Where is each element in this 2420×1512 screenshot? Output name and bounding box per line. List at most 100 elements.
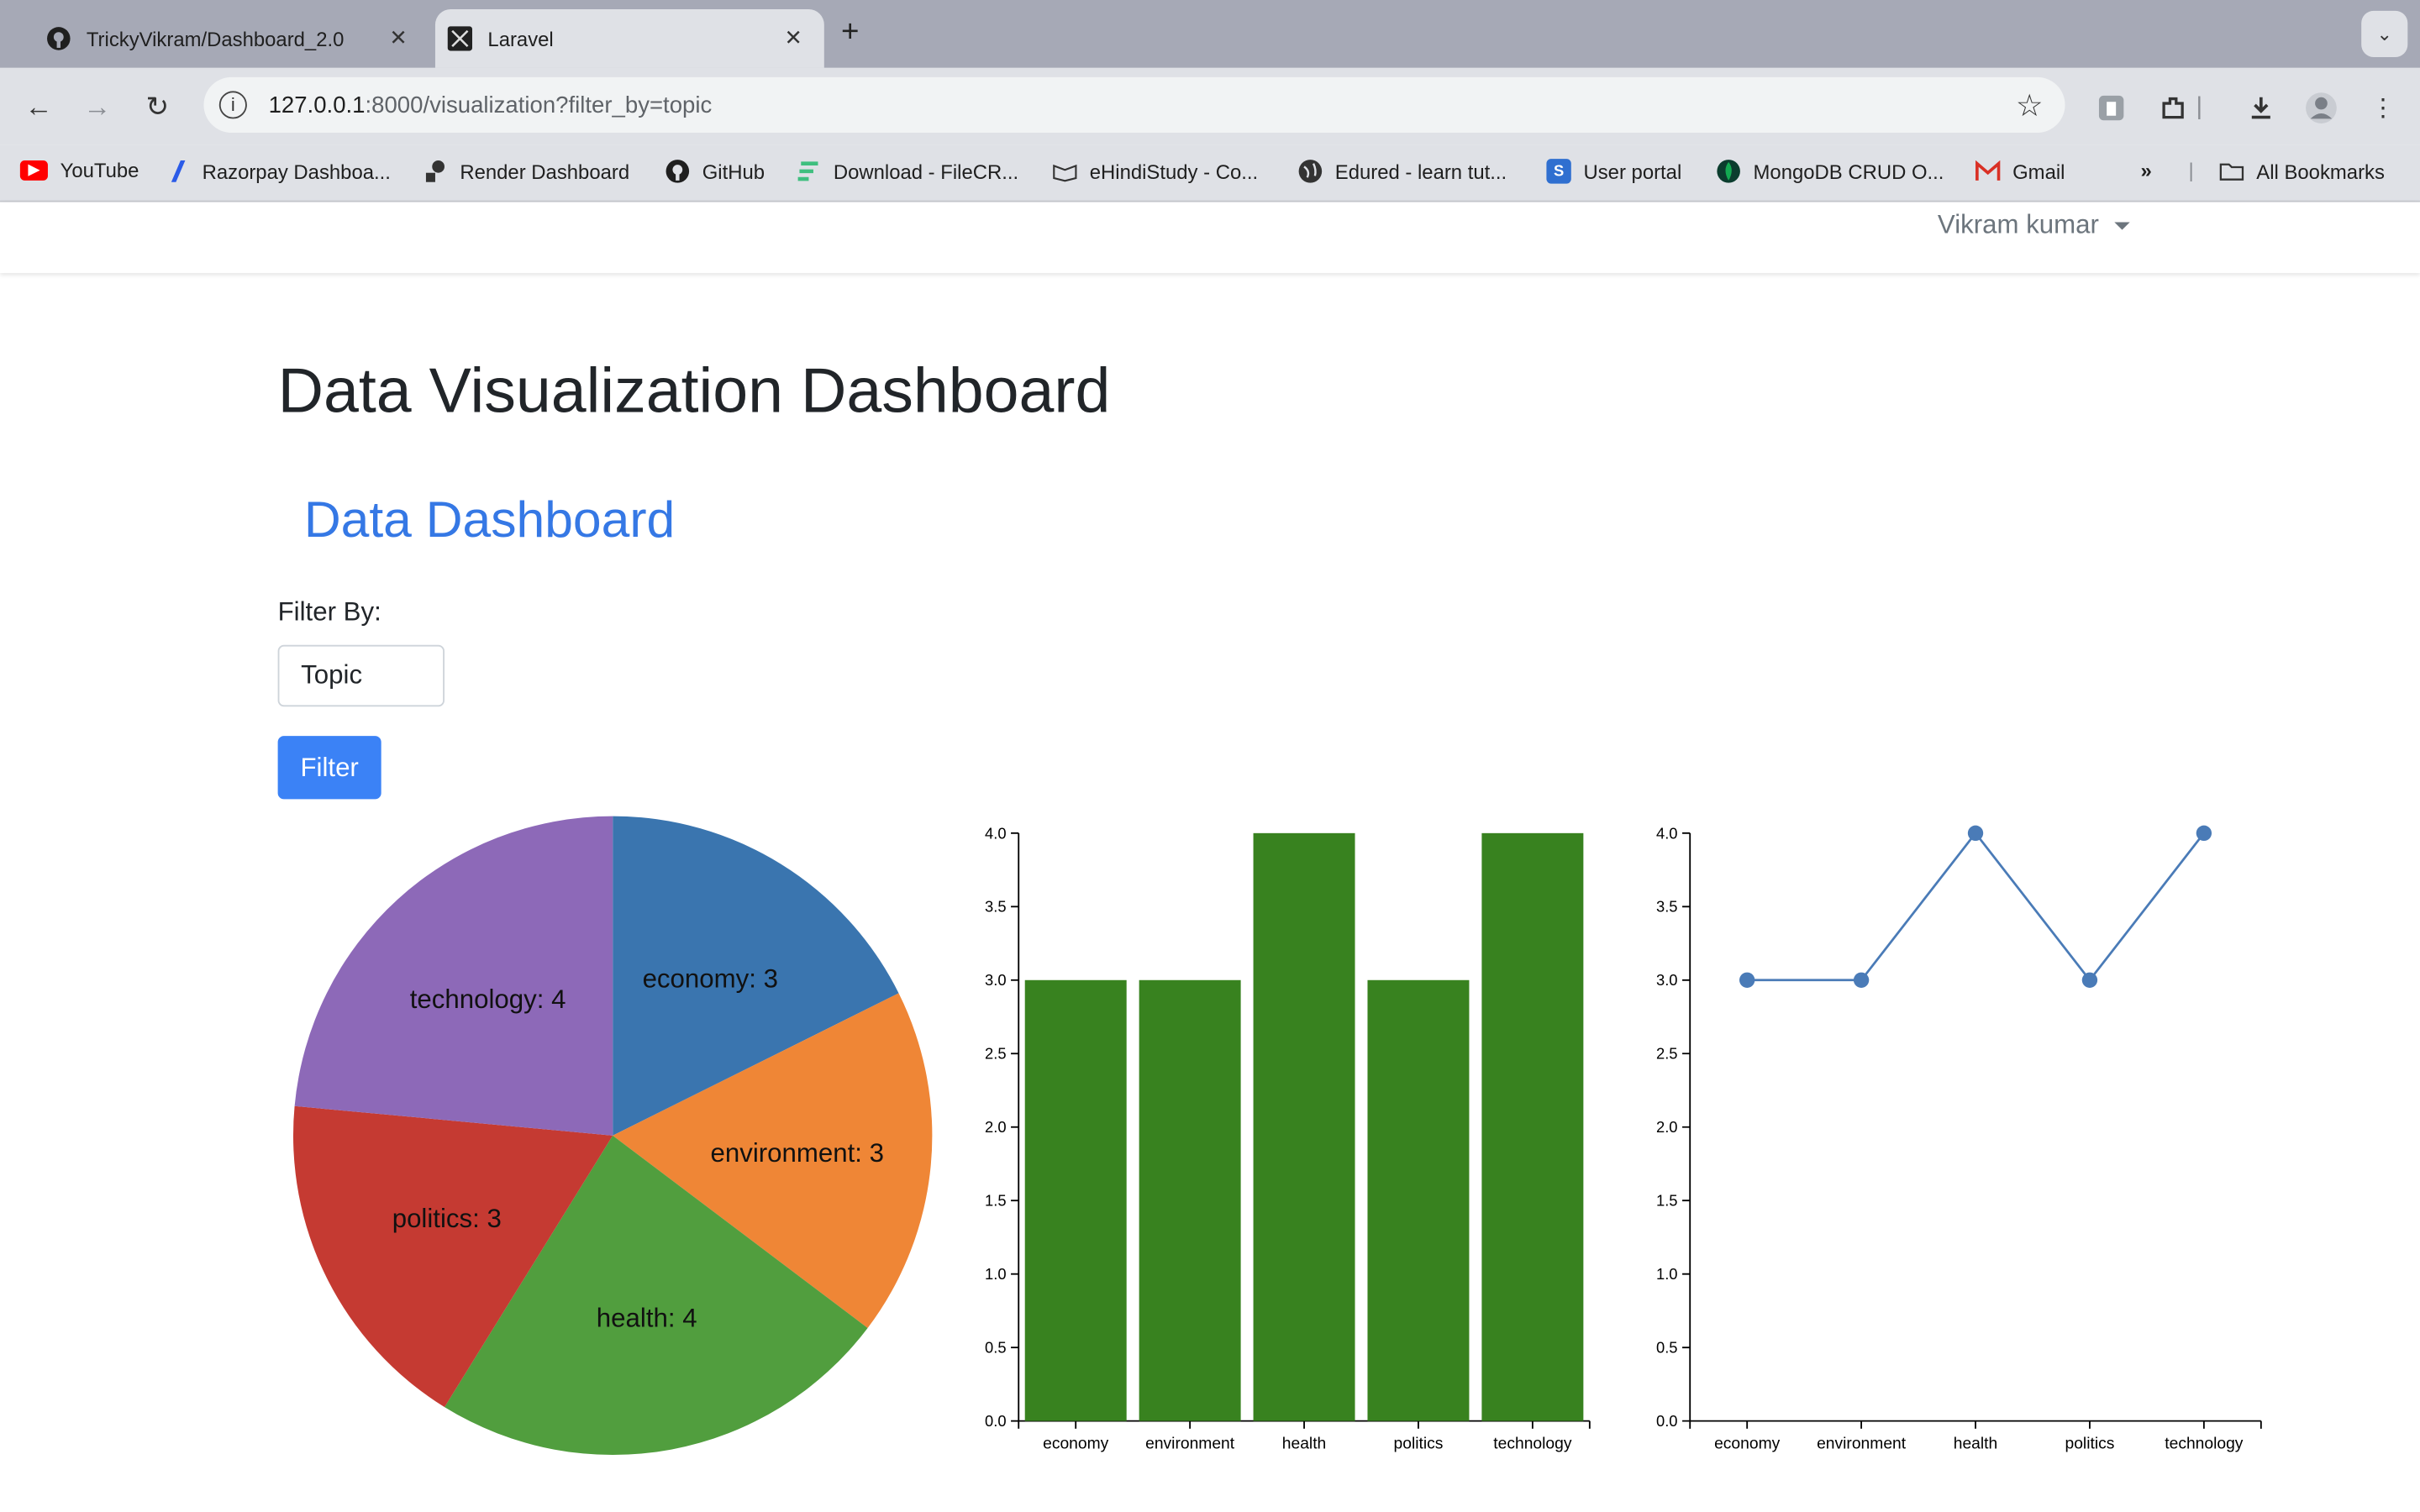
y-tick-label: 4.0 (1656, 824, 1678, 842)
close-tab-icon[interactable]: ✕ (389, 24, 408, 50)
youtube-icon: ▶ (19, 160, 48, 181)
close-tab-icon[interactable]: ✕ (785, 24, 803, 50)
portal-icon: S (1546, 159, 1571, 184)
x-tick-label-health: health (1954, 1436, 1997, 1453)
github-icon (46, 26, 71, 50)
bar-chart: 0.0 0.5 1.0 1.5 2.0 2.5 3.0 3.5 4.0 economy enviro… (985, 824, 1591, 1453)
x-tick-label-technology: technology (1493, 1436, 1572, 1453)
address-bar[interactable]: i 127.0.0.1:8000/visualization?filter_by… (203, 76, 2065, 133)
filter-select[interactable]: Topic (277, 644, 445, 707)
y-tick-label: 1.5 (1656, 1192, 1678, 1210)
y-tick-label: 4.0 (985, 824, 1007, 842)
x-tick-label-environment: environment (1145, 1436, 1235, 1453)
tab-title: Laravel (487, 27, 554, 50)
browser-tab-bar: TrickyVikram/Dashboard_2.0 ✕ Laravel ✕ +… (0, 0, 2420, 68)
bookmark-razorpay[interactable]: Razorpay Dashboa... (166, 159, 391, 183)
bookmark-youtube[interactable]: ▶ YouTube (19, 159, 139, 182)
y-tick-label: 2.5 (985, 1045, 1007, 1063)
extension-icon[interactable] (2093, 90, 2130, 127)
y-tick-label: 2.5 (1656, 1045, 1678, 1063)
bookmark-user-portal[interactable]: S User portal (1546, 159, 1681, 184)
extensions-puzzle-icon[interactable] (2154, 90, 2191, 127)
folder-icon (2219, 159, 2244, 183)
y-tick-label: 2.0 (1656, 1118, 1678, 1136)
y-tick-label: 1.5 (985, 1192, 1007, 1210)
bookmark-ehindistudy[interactable]: eHindiStudy - Co... (1053, 159, 1258, 183)
section-title: Data Dashboard (303, 491, 676, 549)
bookmarks-divider: | (2188, 159, 2194, 182)
filter-button[interactable]: Filter (277, 736, 381, 800)
x-tick-label-technology: technology (2165, 1436, 2244, 1453)
pie-label-politics: politics: 3 (392, 1204, 502, 1233)
y-tick-label: 0.0 (1656, 1412, 1678, 1430)
site-info-icon[interactable]: i (218, 91, 247, 119)
bookmark-render[interactable]: Render Dashboard (423, 159, 629, 183)
book-icon (1053, 159, 1077, 183)
globe-icon (1298, 159, 1323, 183)
more-bookmarks-icon[interactable]: » (2141, 159, 2152, 182)
y-tick-label: 3.0 (985, 971, 1007, 989)
pie-label-health: health: 4 (597, 1304, 697, 1333)
line-series (1747, 831, 2205, 983)
bookmark-star-icon[interactable]: ☆ (2016, 87, 2044, 125)
app-navbar: Vikram kumar (0, 202, 2420, 274)
page-title: Data Visualization Dashboard (277, 354, 1111, 426)
bookmark-filecr[interactable]: Download - FileCR... (797, 159, 1018, 183)
tab-laravel[interactable]: Laravel ✕ (434, 9, 824, 68)
filecr-icon (797, 159, 821, 183)
back-icon[interactable]: ← (18, 87, 59, 127)
pie-label-environment: environment: 3 (711, 1138, 885, 1168)
reload-icon[interactable]: ↻ (137, 87, 177, 127)
tab-search-icon[interactable]: ⌄ (2361, 10, 2408, 57)
pie-label-economy: economy: 3 (643, 963, 778, 993)
y-tick-label: 3.5 (1656, 898, 1678, 916)
x-tick-label-politics: politics (2065, 1436, 2114, 1453)
menu-kebab-icon[interactable]: ⋮ (2365, 90, 2402, 127)
y-tick-label: 3.5 (985, 898, 1007, 916)
line-point-economy (1739, 972, 1755, 988)
render-icon (423, 159, 447, 183)
x-tick-label-health: health (1282, 1436, 1326, 1453)
bar-environment (1139, 979, 1241, 1421)
bookmark-edured[interactable]: Edured - learn tut... (1298, 159, 1507, 183)
bookmark-github[interactable]: GitHub (666, 159, 765, 183)
x-tick-label-economy: economy (1043, 1436, 1109, 1453)
y-tick-label: 2.0 (985, 1118, 1007, 1136)
y-tick-label: 1.0 (1656, 1265, 1678, 1283)
razorpay-icon (166, 159, 190, 183)
bookmark-gmail[interactable]: Gmail (1975, 159, 2065, 183)
x-tick-label-politics: politics (1394, 1436, 1444, 1453)
pie-label-technology: technology: 4 (410, 984, 566, 1014)
github-icon (666, 159, 690, 183)
mongodb-icon (1716, 159, 1740, 183)
caret-down-icon (2114, 221, 2130, 229)
bookmarks-bar: ▶ YouTube Razorpay Dashboa... Render Das… (0, 144, 2420, 202)
line-point-politics (2081, 972, 2098, 988)
url-text[interactable]: 127.0.0.1:8000/visualization?filter_by=t… (269, 92, 713, 118)
forward-icon[interactable]: → (77, 87, 118, 127)
x-tick-label-environment: environment (1817, 1436, 1907, 1453)
y-tick-label: 3.0 (1656, 971, 1678, 989)
y-tick-label: 0.5 (1656, 1339, 1678, 1357)
tab-github[interactable]: TrickyVikram/Dashboard_2.0 ✕ (31, 9, 429, 68)
browser-toolbar: ← → ↻ i 127.0.0.1:8000/visualization?fil… (0, 67, 2420, 145)
y-tick-label: 0.0 (985, 1412, 1007, 1430)
bar-economy (1024, 979, 1127, 1421)
tab-title: TrickyVikram/Dashboard_2.0 (86, 27, 345, 50)
bookmark-mongodb[interactable]: MongoDB CRUD O... (1716, 159, 1944, 183)
download-icon[interactable] (2243, 90, 2280, 127)
user-menu[interactable]: Vikram kumar (1938, 210, 2130, 241)
bar-technology (1481, 832, 1584, 1421)
line-point-environment (1853, 972, 1870, 988)
bar-politics (1367, 979, 1470, 1421)
profile-avatar-icon[interactable] (2302, 90, 2339, 127)
bar-health (1253, 832, 1355, 1421)
line-point-technology (2196, 825, 2212, 842)
y-tick-label: 0.5 (985, 1339, 1007, 1357)
y-tick-label: 1.0 (985, 1265, 1007, 1283)
new-tab-icon[interactable]: + (841, 15, 859, 50)
gmail-icon (1975, 159, 2001, 183)
all-bookmarks[interactable]: All Bookmarks (2219, 159, 2385, 183)
line-chart: 0.0 0.5 1.0 1.5 2.0 2.5 3.0 3.5 4.0 economy enviro… (1656, 824, 2262, 1453)
pie-chart: economy: 3 environment: 3 health: 4 politic… (292, 816, 933, 1456)
